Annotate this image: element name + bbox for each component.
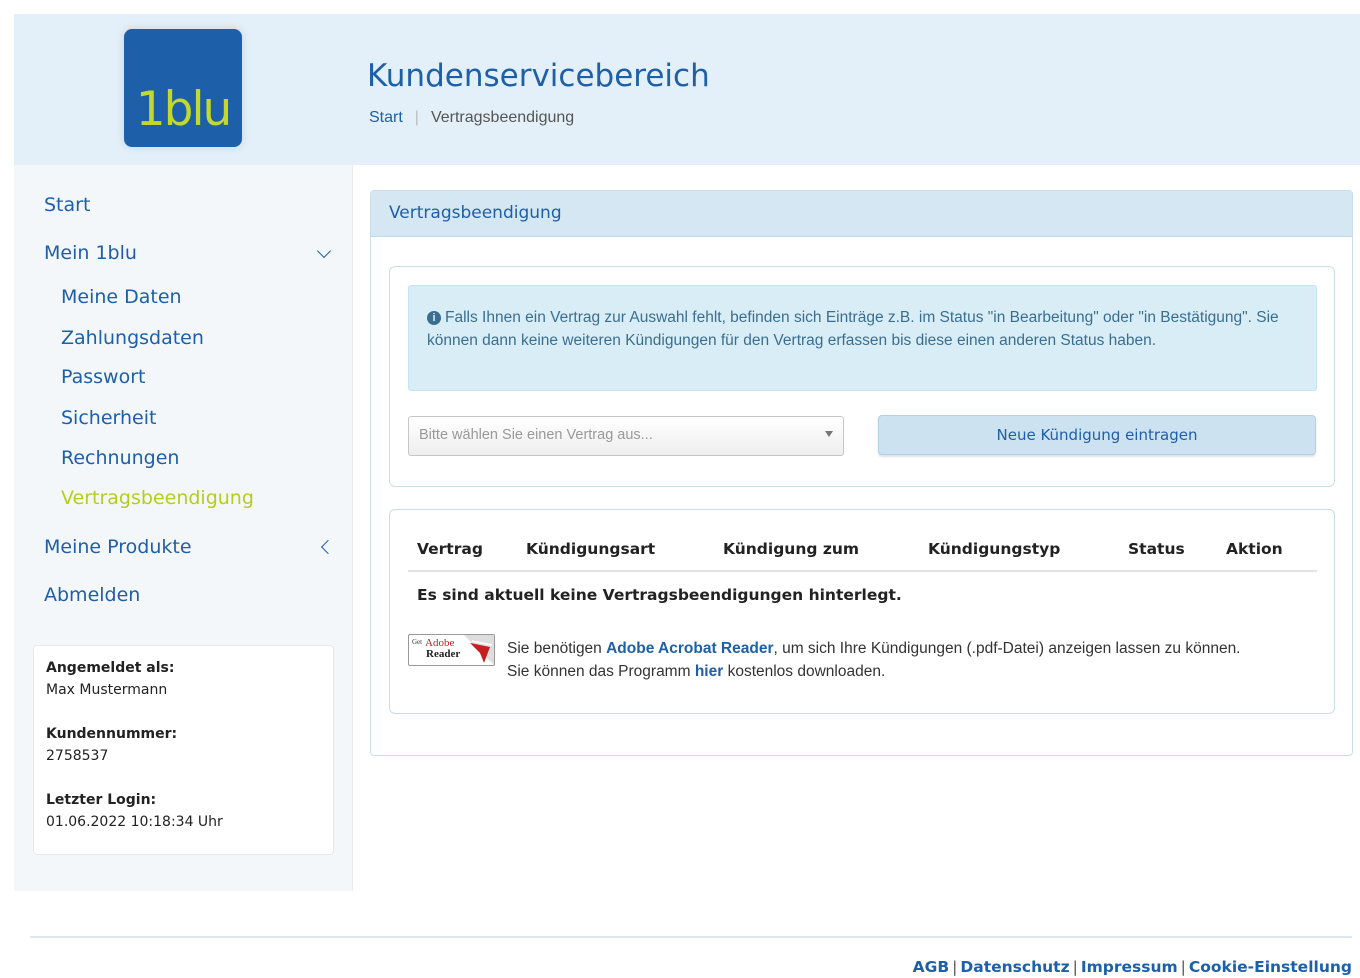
header: 1blu Kundenservicebereich Start | Vertra… <box>14 14 1360 165</box>
sidebar-item-meine-daten[interactable]: Meine Daten <box>61 286 182 308</box>
customer-number-label: Kundennummer: <box>46 726 178 742</box>
adobe-badge-product: Reader <box>426 648 461 660</box>
footer-separator: | <box>952 958 958 976</box>
breadcrumb-start-link[interactable]: Start <box>369 109 403 127</box>
info-alert-text: Falls Ihnen ein Vertrag zur Auswahl fehl… <box>427 309 1279 349</box>
new-termination-button[interactable]: Neue Kündigung eintragen <box>878 415 1316 455</box>
footer-link-datenschutz[interactable]: Datenschutz <box>960 958 1069 976</box>
adobe-reader-icon <box>464 635 494 665</box>
account-info-card: Angemeldet als: Max Mustermann Kundennum… <box>33 645 334 855</box>
info-icon: i <box>427 311 441 325</box>
column-header-aktion: Aktion <box>1226 540 1283 558</box>
column-header-kuendigung-zum[interactable]: Kündigung zum <box>723 540 859 558</box>
contract-select-placeholder: Bitte wählen Sie einen Vertrag aus... <box>419 427 653 443</box>
table-header: Vertrag Kündigungsart Kündigung zum Künd… <box>408 538 1317 572</box>
download-text-part2: , um sich Ihre Kündigungen (.pdf-Datei) … <box>773 640 1241 657</box>
footer-link-cookie-einstellung[interactable]: Cookie-Einstellung <box>1189 958 1352 976</box>
reader-download-note: Sie benötigen Adobe Acrobat Reader, um s… <box>507 637 1327 683</box>
panel-title: Vertragsbeendigung <box>371 191 1352 237</box>
adobe-acrobat-reader-link[interactable]: Adobe Acrobat Reader <box>606 640 773 657</box>
sidebar-item-mein-1blu[interactable]: Mein 1blu <box>44 242 341 264</box>
get-adobe-reader-badge[interactable]: Get Adobe Reader <box>408 634 495 666</box>
page: 1blu Kundenservicebereich Start | Vertra… <box>10 14 1360 978</box>
sidebar-item-meine-produkte[interactable]: Meine Produkte <box>44 536 341 558</box>
column-header-vertrag[interactable]: Vertrag <box>417 540 483 558</box>
logged-in-value: Max Mustermann <box>46 682 168 698</box>
sidebar-item-start[interactable]: Start <box>44 194 90 216</box>
empty-table-message: Es sind aktuell keine Vertragsbeendigung… <box>417 586 902 604</box>
logo[interactable]: 1blu <box>124 29 242 147</box>
breadcrumb-current: Vertragsbeendigung <box>430 109 575 126</box>
breadcrumb-separator: | <box>414 109 419 126</box>
sidebar-item-label: Meine Produkte <box>44 536 192 558</box>
customer-number-value: 2758537 <box>46 748 109 764</box>
footer-link-impressum[interactable]: Impressum <box>1081 958 1178 976</box>
sidebar-item-abmelden[interactable]: Abmelden <box>44 584 140 606</box>
sidebar-item-zahlungsdaten[interactable]: Zahlungsdaten <box>61 327 204 349</box>
terminations-table-box: Vertrag Kündigungsart Kündigung zum Künd… <box>389 509 1335 714</box>
sidebar-item-vertragsbeendigung[interactable]: Vertragsbeendigung <box>61 487 254 509</box>
sidebar-item-rechnungen[interactable]: Rechnungen <box>61 447 179 469</box>
column-header-kuendigungsart[interactable]: Kündigungsart <box>526 540 655 558</box>
logo-text: 1blu <box>135 82 233 137</box>
page-title: Kundenservicebereich <box>367 58 710 94</box>
download-text-part1: Sie benötigen <box>507 640 607 657</box>
new-termination-box: i Falls Ihnen ein Vertrag zur Auswahl feh… <box>389 266 1335 487</box>
chevron-down-icon <box>316 243 332 259</box>
last-login-label: Letzter Login: <box>46 792 157 808</box>
footer-separator: | <box>1072 958 1078 976</box>
column-header-status[interactable]: Status <box>1128 540 1185 558</box>
contract-termination-panel: Vertragsbeendigung i Falls Ihnen ein Vert… <box>370 190 1353 756</box>
footer-links: AGB | Datenschutz | Impressum | Cookie-Einstel… <box>913 958 1352 976</box>
footer-divider <box>30 936 1352 938</box>
adobe-badge-get: Get <box>412 638 423 646</box>
sidebar-item-sicherheit[interactable]: Sicherheit <box>61 407 156 429</box>
dropdown-arrow-icon <box>825 431 833 437</box>
sidebar: Start Mein 1blu Meine Daten Zahlungsdate… <box>14 165 353 891</box>
logged-in-label: Angemeldet als: <box>46 660 175 676</box>
download-here-link[interactable]: hier <box>695 663 723 680</box>
breadcrumb: Start | Vertragsbeendigung <box>369 109 574 127</box>
download-text-part4: kostenlos downloaden. <box>723 663 886 680</box>
last-login-value: 01.06.2022 10:18:34 Uhr <box>46 814 223 830</box>
sidebar-item-label: Mein 1blu <box>44 242 137 264</box>
info-alert: i Falls Ihnen ein Vertrag zur Auswahl feh… <box>408 285 1317 391</box>
footer-separator: | <box>1180 958 1186 976</box>
sidebar-item-passwort[interactable]: Passwort <box>61 366 145 388</box>
download-text-part3: Sie können das Programm <box>507 663 695 680</box>
contract-select[interactable]: Bitte wählen Sie einen Vertrag aus... <box>408 416 844 456</box>
chevron-left-icon <box>320 539 336 555</box>
footer-link-agb[interactable]: AGB <box>913 958 950 976</box>
column-header-kuendigungstyp[interactable]: Kündigungstyp <box>928 540 1060 558</box>
